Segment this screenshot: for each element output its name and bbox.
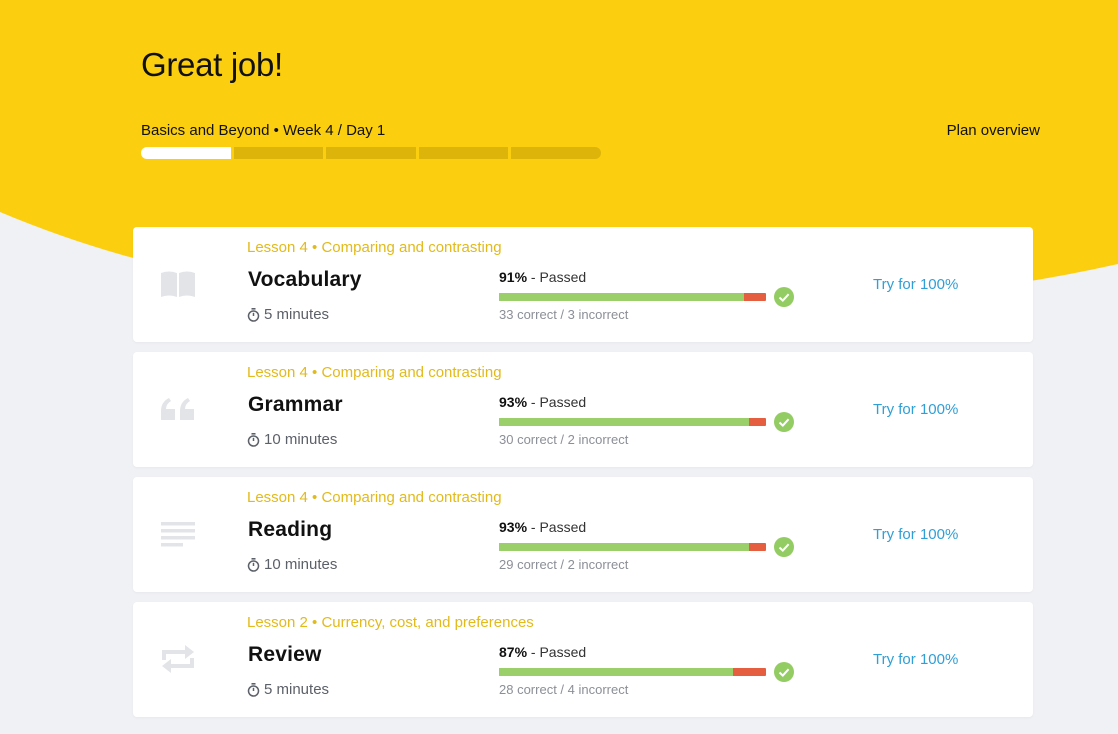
progress-segment xyxy=(141,147,231,159)
lesson-title: Review xyxy=(248,643,322,666)
score-counts: 28 correct / 4 incorrect xyxy=(499,682,629,697)
lesson-list: Lesson 4 • Comparing and contrasting Voc… xyxy=(133,227,1033,727)
progress-segment xyxy=(418,147,509,159)
book-icon xyxy=(159,265,197,303)
lesson-card-reading: Lesson 4 • Comparing and contrasting Rea… xyxy=(133,477,1033,592)
timer-icon xyxy=(247,432,260,447)
score-status: - Passed xyxy=(530,519,587,535)
try-for-100-link[interactable]: Try for 100% xyxy=(873,526,958,543)
score-status: - Passed xyxy=(530,644,587,660)
score-line: 91% - Passed xyxy=(499,269,586,285)
week-progress-bar xyxy=(141,147,601,159)
score-percent: 91% xyxy=(499,269,528,285)
score-bar xyxy=(499,668,766,676)
score-counts: 33 correct / 3 incorrect xyxy=(499,307,629,322)
duration: 5 minutes xyxy=(247,681,329,698)
score-bar-correct xyxy=(499,418,750,426)
lesson-card-vocabulary: Lesson 4 • Comparing and contrasting Voc… xyxy=(133,227,1033,342)
score-bar xyxy=(499,418,766,426)
duration-text: 10 minutes xyxy=(264,556,338,573)
try-for-100-link[interactable]: Try for 100% xyxy=(873,276,958,293)
score-bar xyxy=(499,543,766,551)
lesson-label: Lesson 4 • Comparing and contrasting xyxy=(247,239,502,256)
lesson-label: Lesson 4 • Comparing and contrasting xyxy=(247,364,502,381)
timer-icon xyxy=(247,307,260,322)
duration-text: 5 minutes xyxy=(264,681,330,698)
try-for-100-link[interactable]: Try for 100% xyxy=(873,401,958,418)
lesson-title: Reading xyxy=(248,518,333,541)
check-icon xyxy=(774,412,794,432)
progress-segment xyxy=(233,147,324,159)
score-percent: 87% xyxy=(499,644,528,660)
plan-overview-link[interactable]: Plan overview xyxy=(947,122,1040,139)
check-icon xyxy=(774,537,794,557)
score-counts: 30 correct / 2 incorrect xyxy=(499,432,629,447)
duration-text: 10 minutes xyxy=(264,431,338,448)
duration-text: 5 minutes xyxy=(264,306,330,323)
page-title: Great job! xyxy=(141,46,283,83)
score-bar xyxy=(499,293,766,301)
score-bar-correct xyxy=(499,668,733,676)
lesson-title: Vocabulary xyxy=(248,268,362,291)
lesson-card-review: Lesson 2 • Currency, cost, and preferenc… xyxy=(133,602,1033,717)
score-bar-correct xyxy=(499,293,744,301)
timer-icon xyxy=(247,682,260,697)
timer-icon xyxy=(247,557,260,572)
try-for-100-link[interactable]: Try for 100% xyxy=(873,651,958,668)
check-icon xyxy=(774,662,794,682)
score-counts: 29 correct / 2 incorrect xyxy=(499,557,629,572)
lesson-label: Lesson 4 • Comparing and contrasting xyxy=(247,489,502,506)
score-status: - Passed xyxy=(530,269,587,285)
duration: 10 minutes xyxy=(247,431,337,448)
check-icon xyxy=(774,287,794,307)
plan-breadcrumb: Basics and Beyond • Week 4 / Day 1 xyxy=(141,122,386,139)
score-line: 93% - Passed xyxy=(499,519,586,535)
progress-segment xyxy=(326,147,416,159)
duration: 10 minutes xyxy=(247,556,337,573)
lesson-label: Lesson 2 • Currency, cost, and preferenc… xyxy=(247,614,534,631)
quote-icon xyxy=(159,390,197,428)
score-line: 87% - Passed xyxy=(499,644,586,660)
score-status: - Passed xyxy=(530,394,587,410)
repeat-icon xyxy=(159,640,197,678)
score-percent: 93% xyxy=(499,394,528,410)
score-percent: 93% xyxy=(499,519,528,535)
lesson-card-grammar: Lesson 4 • Comparing and contrasting Gra… xyxy=(133,352,1033,467)
text-lines-icon xyxy=(159,515,197,553)
score-bar-correct xyxy=(499,543,749,551)
duration: 5 minutes xyxy=(247,306,329,323)
progress-segment xyxy=(511,147,601,159)
score-line: 93% - Passed xyxy=(499,394,586,410)
lesson-title: Grammar xyxy=(248,393,343,416)
